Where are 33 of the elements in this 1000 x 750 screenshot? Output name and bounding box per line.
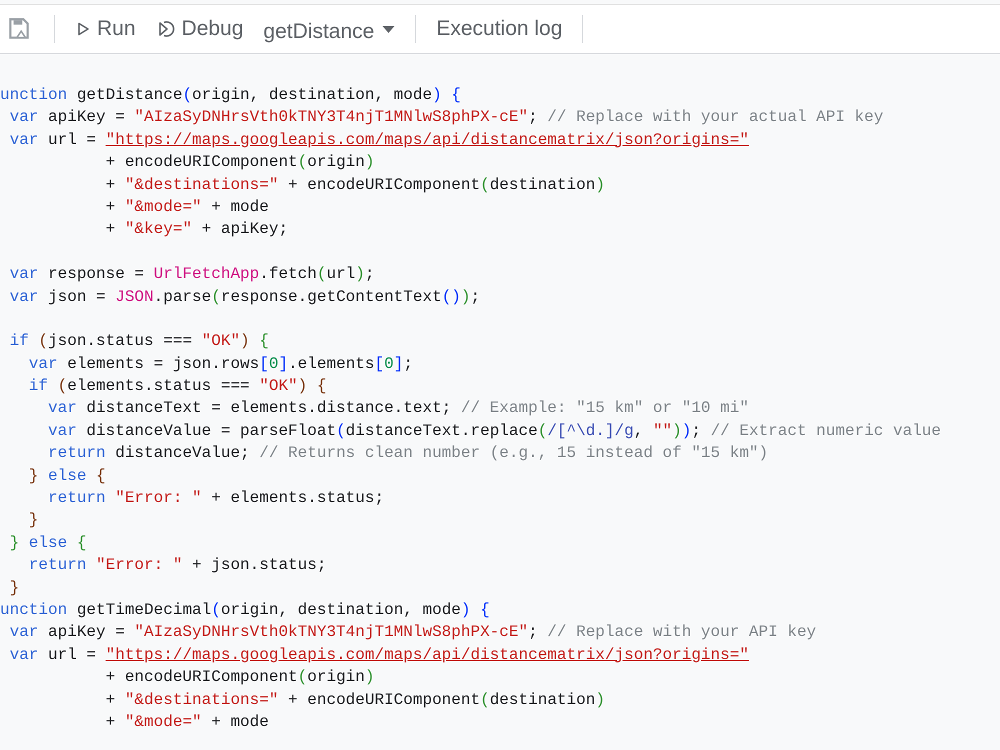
code-line: return "Error: " + elements.status; [47, 488, 386, 510]
code-line: if (json.status === "OK") { [8, 331, 270, 352]
code-line: var distanceText = elements.distance.text; // Example: "15 km" or "10 mi" [47, 398, 750, 420]
code-line: + encodeURIComponent(origin) [104, 152, 376, 174]
code-line: return "Error: " + json.status; [28, 555, 328, 576]
code-line: unction getDistance(origin, destination, mode) { [0, 85, 462, 106]
code-line: + "&destinations=" + encodeURIComponent(destination) [104, 174, 606, 196]
code-line: + encodeURIComponent(origin) [104, 667, 376, 688]
code-line: var response = UrlFetchApp.fetch(url); [8, 264, 376, 286]
code-line: var elements = json.rows[0].elements[0]; [28, 354, 414, 375]
code-line: var url = "https://maps.googleapis.com/maps/api/distancematrix/json?origins=" [8, 644, 750, 666]
code-line: var apiKey = "AIzaSyDNHrsVth0kTNY3T4njT1MNlwS8phPX-cE"; // Replace with your actual API key [8, 107, 884, 128]
code-line: } else { [28, 466, 107, 487]
run-button[interactable]: Run [65, 13, 146, 45]
code-line: var apiKey = "AIzaSyDNHrsVth0kTNY3T4njT1MNlwS8phPX-cE"; // Replace with your API key [8, 622, 818, 644]
code-line: var url = "https://maps.googleapis.com/maps/api/distancematrix/json?origins=" [8, 130, 750, 151]
debug-button[interactable]: Debug [146, 13, 254, 45]
execution-log-button[interactable]: Execution log [426, 13, 572, 45]
play-icon[interactable] [75, 21, 91, 37]
code-line: + "&mode=" + mode [104, 196, 270, 218]
function-select[interactable]: getDistance [253, 10, 406, 48]
code-line: + "&key=" + apiKey; [104, 219, 290, 240]
code-line: + "&destinations=" + encodeURIComponent(destination) [104, 690, 606, 711]
code-line: } else { [8, 532, 88, 554]
code-line: + "&mode=" + mode [104, 712, 270, 733]
code-line: unction getTimeDecimal(origin, destination, mode) { [0, 600, 491, 621]
code-line: } [8, 578, 20, 599]
caret-icon[interactable] [382, 26, 396, 34]
code-line: var distanceValue = parseFloat(distanceText.replace(/[^\d.]/g, "")); // Extract numeric value [47, 420, 942, 442]
code-line: } [28, 510, 40, 532]
code-line: return distanceValue; // Returns clean number (e.g., 15 instead of "15 km") [47, 443, 770, 464]
code-line: var json = JSON.parse(response.getContentText()); [8, 286, 482, 308]
code-line: if (elements.status === "OK") { [28, 376, 328, 398]
